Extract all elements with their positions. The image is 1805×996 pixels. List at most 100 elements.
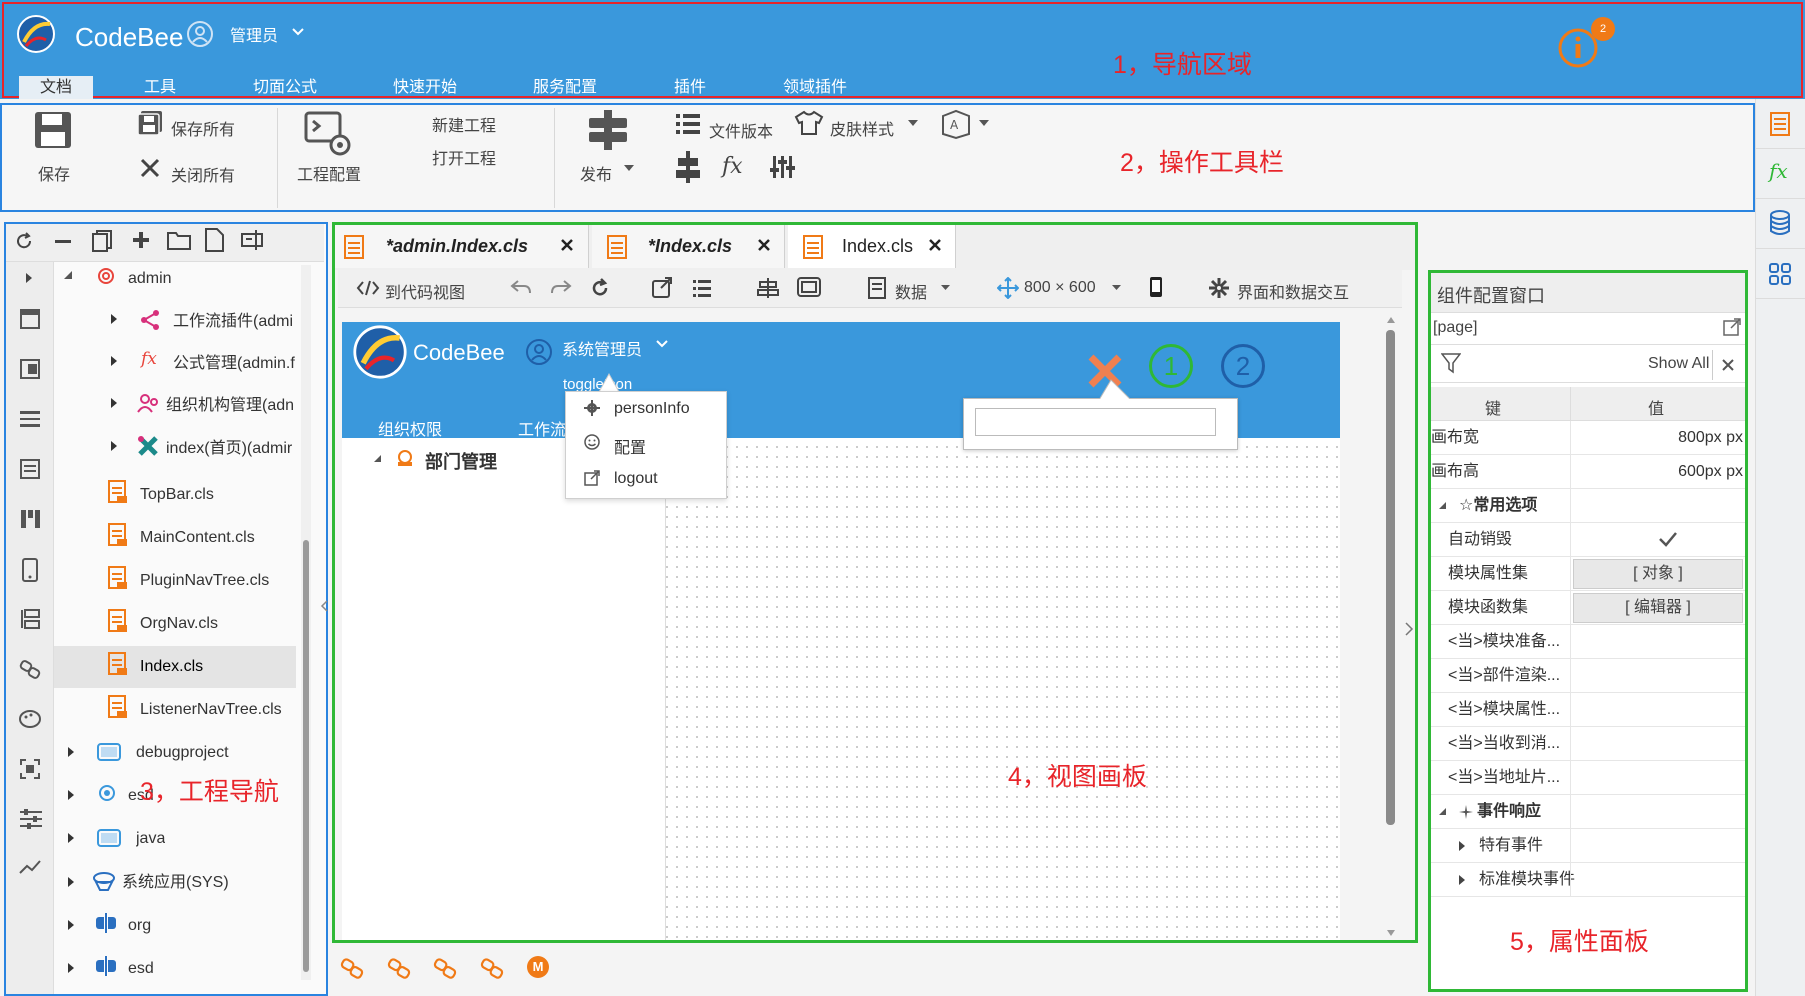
link-icon[interactable] (19, 658, 41, 680)
mobile-icon[interactable] (21, 558, 39, 582)
collapse-arrow-icon[interactable] (1437, 806, 1448, 817)
prop-row[interactable]: 模块函数集 [ 编辑器 ] (1431, 591, 1745, 625)
link-icon[interactable] (480, 956, 504, 980)
expand-arrow-icon[interactable] (66, 876, 76, 888)
show-all-button[interactable]: Show All (1648, 355, 1709, 373)
strip-btn-modules[interactable] (1755, 249, 1805, 299)
shirt-icon[interactable] (794, 110, 824, 136)
prop-event-row[interactable]: <当>当收到消... (1431, 727, 1745, 761)
chevron-down-icon[interactable] (290, 24, 306, 40)
strip-btn-data[interactable] (1755, 199, 1805, 249)
expand-arrow-icon[interactable] (66, 919, 76, 931)
save-icon[interactable] (33, 110, 73, 150)
expand-arrow-icon[interactable] (1457, 874, 1467, 886)
expand-arrow-icon[interactable] (109, 440, 119, 452)
expand-arrow-icon[interactable] (109, 397, 119, 409)
formula-icon[interactable]: fx (722, 154, 743, 179)
rename-icon[interactable] (241, 229, 265, 251)
collapse-arrow-icon[interactable] (62, 269, 74, 281)
tree-item-system-apps[interactable]: 系统应用(SYS) (122, 868, 229, 898)
align-icon[interactable] (676, 151, 700, 183)
strip-btn-formula[interactable]: fx (1755, 149, 1805, 199)
object-button[interactable]: [ 对象 ] (1573, 559, 1743, 589)
prop-row[interactable]: 画布宽 800px px (1431, 421, 1745, 455)
prop-group-common[interactable]: ☆常用选项 (1431, 489, 1745, 523)
editor-button[interactable]: [ 编辑器 ] (1573, 593, 1743, 623)
prop-event-row[interactable]: <当>模块属性... (1431, 693, 1745, 727)
side-tool-3[interactable] (19, 408, 41, 430)
scrollbar-thumb[interactable] (303, 540, 309, 972)
settings-sliders-icon[interactable] (19, 808, 43, 830)
tab-quick-start[interactable]: 快速开始 (385, 76, 465, 99)
chevron-down-icon[interactable] (623, 163, 635, 173)
prop-row[interactable]: 自动销毁 (1431, 523, 1745, 557)
expand-arrow-icon[interactable] (109, 313, 119, 325)
tree-item-esd-2[interactable]: esd (128, 954, 154, 984)
project-config-icon[interactable] (304, 109, 352, 157)
skin-style-button[interactable]: 皮肤样式 (830, 116, 894, 140)
open-external-icon[interactable] (1723, 318, 1741, 336)
tree-item-debugproject[interactable]: debugproject (136, 738, 229, 768)
tree-item-listenernavtree[interactable]: ListenerNavTree.cls (140, 695, 282, 725)
tree-item-index-cls[interactable]: Index.cls (140, 652, 203, 682)
user-name[interactable]: 管理员 (230, 22, 278, 46)
tree-item-org[interactable]: 组织机构管理(adn (166, 391, 296, 421)
link-icon[interactable] (340, 956, 364, 980)
side-tool-7[interactable] (19, 608, 41, 630)
screenshot-icon[interactable] (19, 758, 41, 780)
prop-value[interactable]: 600px px (1678, 455, 1743, 489)
strip-btn-config[interactable] (1755, 99, 1805, 149)
minus-icon[interactable] (54, 232, 72, 250)
expand-arrow-icon[interactable] (66, 962, 76, 974)
tree-item-topbar[interactable]: TopBar.cls (140, 480, 214, 510)
publish-button[interactable]: 发布 (580, 161, 612, 185)
prop-group-events[interactable]: 事件响应 (1431, 795, 1745, 829)
side-tool-5[interactable] (19, 508, 41, 530)
prop-value[interactable]: 800px px (1678, 421, 1743, 455)
m-badge-icon[interactable]: M (527, 956, 549, 978)
tree-item-pluginnavtree[interactable]: PluginNavTree.cls (140, 566, 269, 596)
expand-arrow-icon[interactable] (109, 355, 119, 367)
tree-item-orgnav[interactable]: OrgNav.cls (140, 609, 218, 639)
trend-icon[interactable] (19, 858, 41, 876)
tab-plugins[interactable]: 插件 (665, 76, 715, 99)
tree-item-index[interactable]: index(首页)(admir (166, 434, 296, 464)
tree-item-formula[interactable]: 公式管理(admin.f (173, 349, 296, 379)
copy-icon[interactable] (92, 230, 112, 252)
expand-arrow-icon[interactable] (1457, 840, 1467, 852)
file-icon[interactable] (204, 228, 224, 252)
save-button[interactable]: 保存 (38, 161, 70, 185)
user-icon[interactable] (186, 20, 214, 48)
link-icon[interactable] (387, 956, 411, 980)
tab-service-config[interactable]: 服务配置 (525, 76, 605, 99)
tab-tools[interactable]: 工具 (130, 76, 190, 99)
expand-arrow-icon[interactable] (66, 746, 76, 758)
expand-arrow-icon[interactable] (66, 789, 76, 801)
save-all-icon[interactable] (136, 109, 164, 137)
prop-event-row[interactable]: <当>模块准备... (1431, 625, 1745, 659)
filter-icon[interactable] (1441, 352, 1461, 374)
chevron-down-icon[interactable] (907, 118, 919, 128)
prop-subgroup-row[interactable]: 特有事件 (1431, 829, 1745, 863)
project-config-button[interactable]: 工程配置 (297, 161, 361, 185)
open-project-button[interactable]: 打开工程 (432, 145, 496, 169)
expand-arrow-icon[interactable] (66, 832, 76, 844)
add-icon[interactable] (132, 231, 150, 249)
checkmark-icon[interactable] (1658, 530, 1678, 548)
prop-event-row[interactable]: <当>当地址片... (1431, 761, 1745, 795)
chevron-down-icon[interactable] (978, 118, 990, 128)
sliders-icon[interactable] (770, 154, 796, 180)
prop-event-row[interactable]: <当>部件渲染... (1431, 659, 1745, 693)
collapse-panel-icon[interactable] (320, 600, 328, 612)
prop-row[interactable]: 画布高 600px px (1431, 455, 1745, 489)
prop-subgroup-row[interactable]: 标准模块事件 (1431, 863, 1745, 897)
side-tool-2[interactable] (19, 358, 41, 380)
link-icon[interactable] (433, 956, 457, 980)
tree-item-maincontent[interactable]: MainContent.cls (140, 523, 255, 553)
tree-item-org-project[interactable]: org (128, 911, 151, 941)
save-all-button[interactable]: 保存所有 (171, 116, 235, 140)
list-icon[interactable] (676, 113, 700, 135)
translate-icon[interactable]: A (941, 108, 971, 140)
tree-item-admin[interactable]: admin (128, 264, 278, 294)
prop-row[interactable]: 模块属性集 [ 对象 ] (1431, 557, 1745, 591)
